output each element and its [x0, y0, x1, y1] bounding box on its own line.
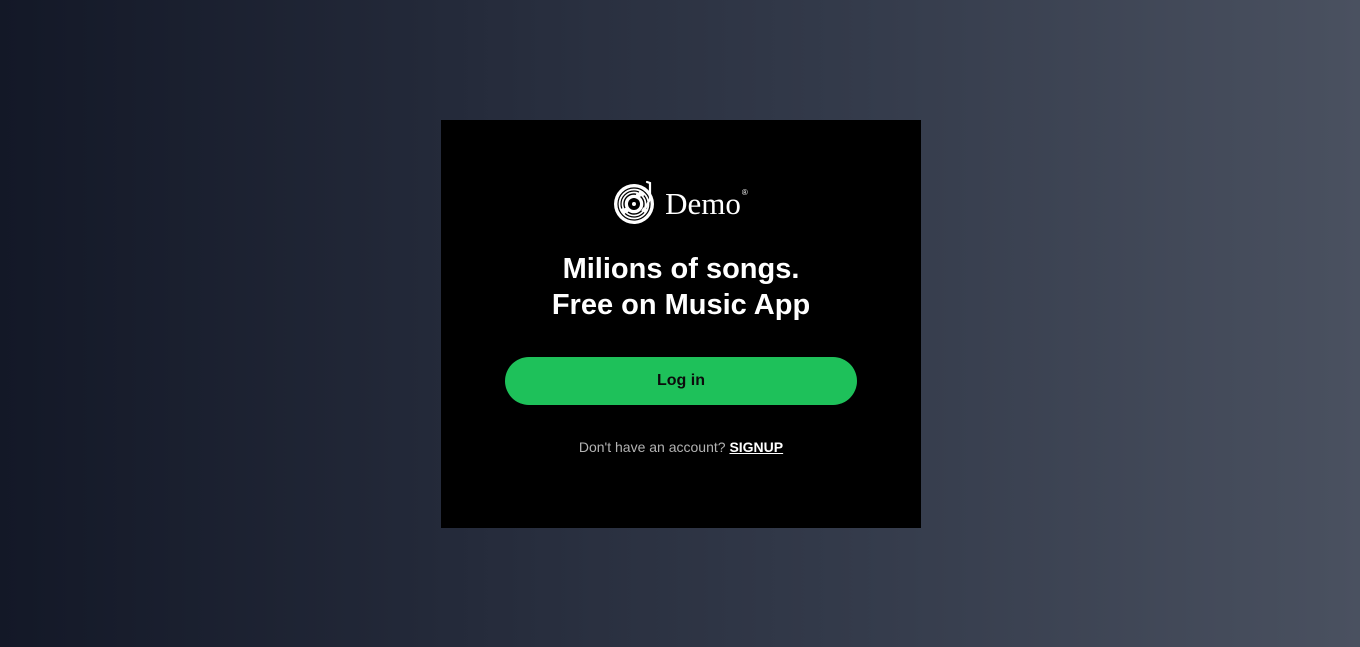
- headline-line-2: Free on Music App: [551, 289, 811, 321]
- brand-name: Demo: [665, 186, 741, 221]
- login-card: Demo ® Milions of songs. Free on Music A…: [441, 120, 921, 528]
- signup-prompt-row: Don't have an account? SIGNUP: [579, 439, 783, 455]
- headline-line-1: Milions of songs.: [562, 253, 800, 285]
- page-title: Milions of songs. Free on Music App: [552, 251, 810, 323]
- signup-link[interactable]: SIGNUP: [729, 439, 783, 455]
- vinyl-record-icon: [614, 180, 655, 224]
- brand: Demo ®: [614, 178, 748, 228]
- registered-mark: ®: [741, 187, 748, 197]
- signup-prompt: Don't have an account?: [578, 439, 726, 455]
- login-button[interactable]: Log in: [505, 357, 857, 405]
